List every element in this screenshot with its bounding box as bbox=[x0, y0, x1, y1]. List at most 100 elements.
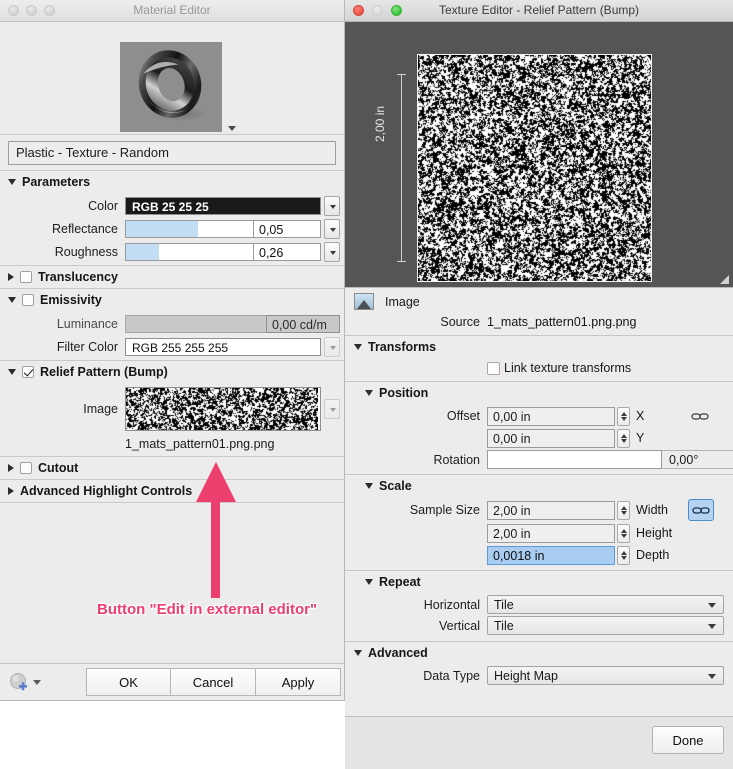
minimize-button[interactable] bbox=[26, 5, 37, 16]
section-translucency[interactable]: Translucency bbox=[0, 266, 344, 288]
emissivity-checkbox[interactable] bbox=[22, 294, 34, 306]
sample-height-field[interactable]: 2,00 in bbox=[487, 523, 615, 543]
section-transforms-label: Transforms bbox=[368, 340, 437, 354]
relief-pattern-checkbox[interactable] bbox=[22, 366, 34, 378]
material-editor-buttons: OK Cancel Apply bbox=[86, 668, 341, 696]
scale-link-spacer-2 bbox=[688, 545, 712, 565]
data-type-select[interactable]: Height Map bbox=[487, 666, 724, 685]
section-parameters-label: Parameters bbox=[22, 175, 91, 189]
material-ball-menu-caret[interactable] bbox=[33, 679, 41, 685]
color-dropdown-button[interactable] bbox=[324, 196, 340, 216]
section-parameters[interactable]: Parameters bbox=[0, 171, 344, 193]
done-button[interactable]: Done bbox=[652, 726, 724, 754]
reflectance-value-field[interactable]: 0,05 bbox=[253, 220, 321, 238]
minimize-button[interactable] bbox=[372, 5, 383, 16]
position-chain-link-icon[interactable] bbox=[688, 406, 712, 426]
close-button[interactable] bbox=[353, 5, 364, 16]
material-ball-add-menu[interactable] bbox=[0, 664, 86, 700]
material-preview-swatch[interactable] bbox=[120, 42, 222, 132]
zoom-button[interactable] bbox=[391, 5, 402, 16]
roughness-dropdown-button[interactable] bbox=[324, 242, 340, 262]
section-scale[interactable]: Scale bbox=[345, 475, 733, 497]
row-color: Color RGB 25 25 25 bbox=[0, 196, 344, 216]
sample-height-axis-label: Height bbox=[636, 526, 673, 540]
scale-chain-link-icon[interactable] bbox=[688, 499, 714, 521]
offset-x-axis-label: X bbox=[636, 409, 645, 423]
sample-width-field[interactable]: 2,00 in bbox=[487, 500, 615, 520]
preview-options-caret[interactable] bbox=[228, 126, 236, 131]
roughness-slider[interactable] bbox=[125, 243, 253, 261]
material-preview-area bbox=[0, 22, 344, 135]
texture-preview-image[interactable] bbox=[417, 54, 652, 282]
cancel-button[interactable]: Cancel bbox=[171, 668, 256, 696]
color-swatch-field[interactable]: RGB 25 25 25 bbox=[125, 197, 321, 215]
chevron-down-icon[interactable] bbox=[8, 369, 16, 375]
chevron-down-icon[interactable] bbox=[354, 650, 362, 656]
ok-button[interactable]: OK bbox=[86, 668, 171, 696]
texture-editor-titlebar[interactable]: Texture Editor - Relief Pattern (Bump) bbox=[345, 0, 733, 22]
material-name-field[interactable]: Plastic - Texture - Random bbox=[8, 141, 336, 165]
roughness-value-field[interactable]: 0,26 bbox=[253, 243, 321, 261]
rotation-value-field[interactable]: 0,00° bbox=[662, 450, 733, 469]
link-texture-transforms-checkbox[interactable] bbox=[487, 361, 500, 375]
section-transforms[interactable]: Transforms bbox=[345, 336, 733, 358]
sample-height-stepper[interactable] bbox=[617, 523, 630, 543]
chevron-down-icon[interactable] bbox=[365, 483, 373, 489]
row-relief-image: Image bbox=[0, 386, 344, 432]
material-ball-add-icon[interactable] bbox=[9, 672, 29, 692]
zoom-button[interactable] bbox=[44, 5, 55, 16]
chevron-down-icon[interactable] bbox=[8, 297, 16, 303]
offset-y-axis-label: Y bbox=[636, 431, 645, 445]
section-translucency-label: Translucency bbox=[38, 270, 118, 284]
reflectance-dropdown-button[interactable] bbox=[324, 219, 340, 239]
chevron-right-icon[interactable] bbox=[8, 464, 14, 472]
section-position-label: Position bbox=[379, 386, 429, 400]
reflectance-label: Reflectance bbox=[51, 222, 118, 236]
chevron-down-icon[interactable] bbox=[354, 344, 362, 350]
chevron-right-icon[interactable] bbox=[8, 487, 14, 495]
chevron-down-icon[interactable] bbox=[365, 579, 373, 585]
reflectance-slider[interactable] bbox=[125, 220, 253, 238]
section-relief-pattern[interactable]: Relief Pattern (Bump) bbox=[0, 361, 344, 383]
repeat-horizontal-select[interactable]: Tile bbox=[487, 595, 724, 614]
offset-x-field[interactable]: 0,00 in bbox=[487, 406, 615, 426]
section-advanced-highlight[interactable]: Advanced Highlight Controls bbox=[0, 480, 344, 502]
resize-grip-icon[interactable] bbox=[720, 275, 729, 284]
material-editor-titlebar[interactable]: Material Editor bbox=[0, 0, 344, 22]
close-button[interactable] bbox=[8, 5, 19, 16]
cutout-checkbox[interactable] bbox=[20, 462, 32, 474]
relief-image-dropdown-button[interactable] bbox=[324, 399, 340, 419]
sample-depth-field[interactable]: 0,0018 in bbox=[487, 545, 615, 565]
chevron-down-icon[interactable] bbox=[365, 390, 373, 396]
relief-image-label: Image bbox=[83, 402, 118, 416]
section-advanced[interactable]: Advanced bbox=[345, 642, 733, 664]
filter-color-dropdown-button[interactable] bbox=[324, 337, 340, 357]
offset-y-field[interactable]: 0,00 in bbox=[487, 428, 615, 448]
translucency-checkbox[interactable] bbox=[20, 271, 32, 283]
material-editor-window: Material Editor Plastic - Texture - Rand… bbox=[0, 0, 345, 701]
row-reflectance: Reflectance 0,05 bbox=[0, 219, 344, 239]
repeat-vertical-select[interactable]: Tile bbox=[487, 616, 724, 635]
texture-preview-canvas[interactable]: 2,00 in 2,00 in bbox=[345, 22, 733, 288]
relief-image-thumbnail[interactable] bbox=[125, 387, 321, 431]
section-position[interactable]: Position bbox=[345, 382, 733, 404]
row-filter-color: Filter Color RGB 255 255 255 bbox=[0, 337, 344, 357]
offset-y-stepper[interactable] bbox=[617, 428, 630, 448]
rotation-slider-field[interactable] bbox=[487, 450, 662, 469]
chevron-right-icon[interactable] bbox=[8, 273, 14, 281]
row-roughness: Roughness 0,26 bbox=[0, 242, 344, 262]
section-relief-pattern-label: Relief Pattern (Bump) bbox=[40, 365, 168, 379]
torus-preview-icon bbox=[138, 50, 208, 121]
source-value[interactable]: 1_mats_pattern01.png.png bbox=[487, 315, 636, 329]
chevron-down-icon[interactable] bbox=[8, 179, 16, 185]
offset-x-stepper[interactable] bbox=[617, 406, 630, 426]
image-label: Image bbox=[385, 294, 420, 309]
section-emissivity[interactable]: Emissivity bbox=[0, 289, 344, 311]
sample-depth-stepper[interactable] bbox=[617, 545, 630, 565]
section-repeat[interactable]: Repeat bbox=[345, 571, 733, 593]
sample-width-stepper[interactable] bbox=[617, 500, 630, 520]
filter-color-field[interactable]: RGB 255 255 255 bbox=[125, 338, 321, 356]
apply-button[interactable]: Apply bbox=[256, 668, 341, 696]
section-cutout[interactable]: Cutout bbox=[0, 457, 344, 479]
scale-link-spacer bbox=[688, 523, 712, 543]
